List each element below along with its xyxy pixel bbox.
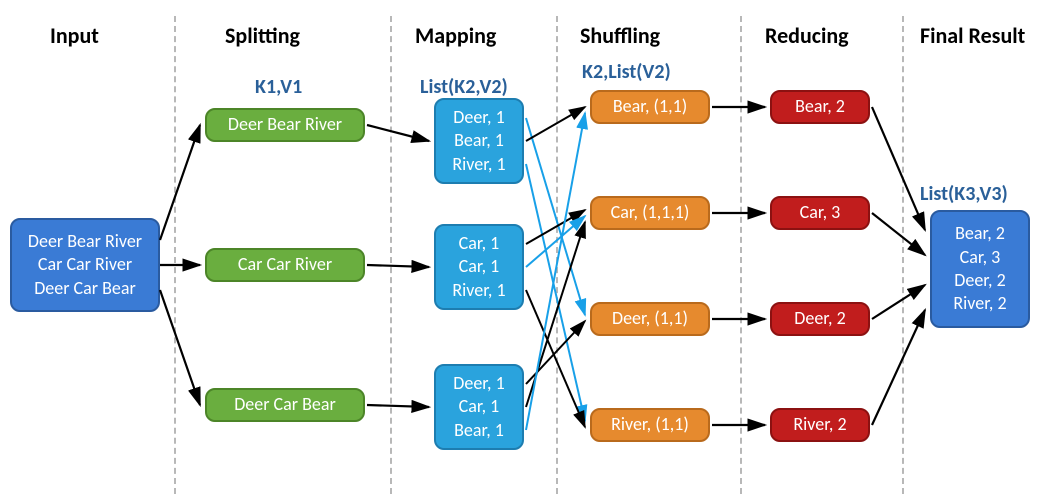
- reducing-item: Deer, 2: [770, 302, 870, 336]
- splitting-label: Car Car River: [238, 253, 332, 276]
- mapping-pair: Car, 1: [459, 395, 500, 418]
- reducing-label: River, 2: [793, 413, 846, 436]
- column-divider: [902, 16, 904, 494]
- column-divider: [556, 16, 558, 494]
- subheading-splitting: K1,V1: [255, 75, 302, 99]
- reducing-item: Car, 3: [770, 196, 870, 230]
- shuffling-label: Deer, (1,1): [612, 307, 688, 330]
- input-line: Deer Bear River: [28, 230, 142, 253]
- column-divider: [174, 16, 176, 494]
- mapping-pair: Bear, 1: [454, 419, 504, 442]
- heading-shuffling: Shuffling: [580, 22, 660, 49]
- shuffling-label: Car, (1,1,1): [611, 201, 690, 224]
- splitting-item: Deer Car Bear: [205, 388, 365, 422]
- column-divider: [740, 16, 742, 494]
- reducing-label: Deer, 2: [794, 307, 845, 330]
- input-line: Car Car River: [38, 253, 132, 276]
- heading-final: Final Result: [920, 22, 1025, 49]
- mapping-group: Deer, 1 Car, 1 Bear, 1: [434, 364, 524, 450]
- mapping-pair: River, 1: [452, 279, 505, 302]
- mapping-pair: Bear, 1: [454, 129, 504, 152]
- column-divider: [390, 16, 392, 494]
- shuffling-label: River, (1,1): [611, 413, 689, 436]
- mapping-pair: Deer, 1: [453, 106, 504, 129]
- splitting-item: Deer Bear River: [205, 108, 365, 142]
- shuffling-item: Car, (1,1,1): [590, 196, 710, 230]
- shuffling-label: Bear, (1,1): [613, 95, 687, 118]
- heading-reducing: Reducing: [765, 22, 849, 49]
- shuffling-item: Deer, (1,1): [590, 302, 710, 336]
- subheading-final: List(K3,V3): [920, 182, 1008, 206]
- reducing-label: Bear, 2: [795, 95, 845, 118]
- mapping-pair: Car, 1: [459, 255, 500, 278]
- heading-mapping: Mapping: [415, 22, 496, 49]
- subheading-shuffling: K2,List(V2): [582, 60, 671, 84]
- splitting-label: Deer Bear River: [228, 113, 342, 136]
- final-line: Bear, 2: [955, 222, 1005, 245]
- final-line: Deer, 2: [954, 269, 1005, 292]
- splitting-label: Deer Car Bear: [234, 393, 336, 416]
- shuffling-item: River, (1,1): [590, 408, 710, 442]
- mapping-group: Car, 1 Car, 1 River, 1: [434, 224, 524, 310]
- heading-splitting: Splitting: [225, 22, 300, 49]
- final-result-box: Bear, 2 Car, 3 Deer, 2 River, 2: [930, 210, 1030, 328]
- input-line: Deer Car Bear: [34, 277, 136, 300]
- reducing-label: Car, 3: [800, 201, 841, 224]
- splitting-item: Car Car River: [205, 248, 365, 282]
- final-line: River, 2: [953, 292, 1006, 315]
- mapping-pair: Deer, 1: [453, 372, 504, 395]
- mapping-pair: River, 1: [452, 153, 505, 176]
- input-box: Deer Bear River Car Car River Deer Car B…: [10, 218, 160, 312]
- heading-input: Input: [50, 22, 99, 49]
- mapping-group: Deer, 1 Bear, 1 River, 1: [434, 98, 524, 184]
- shuffling-item: Bear, (1,1): [590, 90, 710, 124]
- reducing-item: River, 2: [770, 408, 870, 442]
- reducing-item: Bear, 2: [770, 90, 870, 124]
- final-line: Car, 3: [960, 246, 1001, 269]
- subheading-mapping: List(K2,V2): [420, 75, 508, 99]
- mapping-pair: Car, 1: [459, 232, 500, 255]
